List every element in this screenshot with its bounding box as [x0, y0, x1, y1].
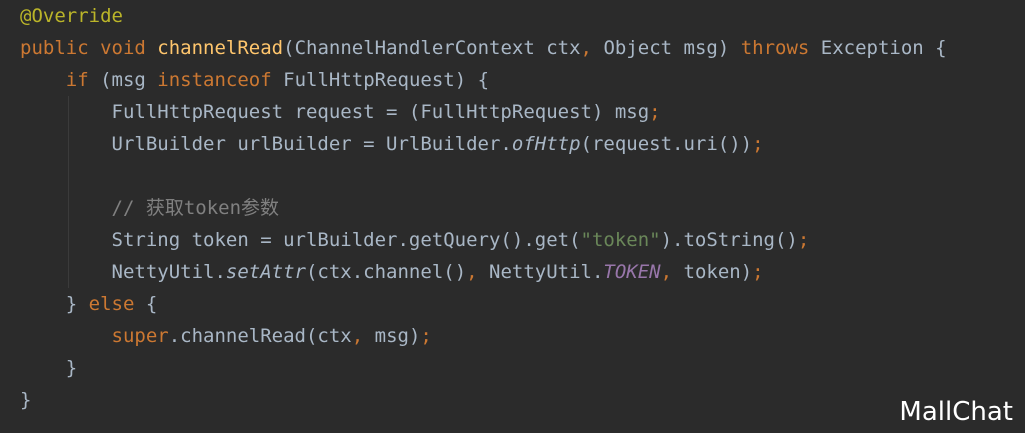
code-token: (request.uri()) [580, 133, 753, 155]
code-token: ; [649, 101, 661, 123]
code-token: ; [420, 325, 432, 347]
code-token: .channelRead(ctx [168, 325, 352, 347]
code-token: setAttr [225, 261, 306, 283]
code-token: instanceof [157, 69, 284, 91]
watermark-logo: MallChat [899, 397, 1013, 427]
code-token: ; [752, 261, 764, 283]
code-line[interactable]: FullHttpRequest request = (FullHttpReque… [20, 96, 947, 128]
code-token: (ChannelHandlerContext ctx [283, 37, 581, 59]
code-line[interactable]: @Override [20, 0, 947, 32]
code-token: FullHttpRequest request = (FullHttpReque… [20, 101, 650, 123]
code-token: if [65, 69, 101, 91]
code-token: msg) [374, 325, 421, 347]
code-token: NettyUtil. [489, 261, 604, 283]
code-token: , [466, 261, 490, 283]
code-block[interactable]: @Override public void channelRead(Channel… [20, 0, 947, 416]
code-line[interactable]: super.channelRead(ctx, msg); [20, 320, 947, 352]
code-token: else [88, 293, 146, 315]
code-token: Object msg) [603, 37, 741, 59]
code-token: "token" [580, 229, 661, 251]
code-token: throws [740, 37, 821, 59]
code-line[interactable]: } [20, 384, 947, 416]
code-token: @Override [20, 5, 123, 27]
code-line[interactable] [20, 160, 947, 192]
code-line[interactable]: if (msg instanceof FullHttpRequest) { [20, 64, 947, 96]
code-line[interactable]: public void channelRead(ChannelHandlerCo… [20, 32, 947, 64]
code-token: , [580, 37, 604, 59]
code-token: super [111, 325, 169, 347]
code-token: (ctx.channel() [305, 261, 467, 283]
code-line[interactable]: NettyUtil.setAttr(ctx.channel(), NettyUt… [20, 256, 947, 288]
code-token: } [20, 389, 32, 411]
code-line[interactable]: UrlBuilder urlBuilder = UrlBuilder.ofHtt… [20, 128, 947, 160]
code-token: , [660, 261, 684, 283]
code-token: FullHttpRequest) { [283, 69, 490, 91]
code-token: UrlBuilder urlBuilder = UrlBuilder. [20, 133, 512, 155]
code-token: public [20, 37, 101, 59]
code-line[interactable]: // 获取token参数 [20, 192, 947, 224]
code-token: TOKEN [603, 261, 661, 283]
code-token: Exception { [820, 37, 947, 59]
code-line[interactable]: } [20, 352, 947, 384]
code-token: } [20, 357, 78, 379]
code-token: , [351, 325, 375, 347]
code-token: // 获取token参数 [111, 197, 280, 219]
code-token: { [145, 293, 158, 315]
code-line[interactable]: String token = urlBuilder.getQuery().get… [20, 224, 947, 256]
code-token: ; [752, 133, 764, 155]
code-token: channelRead [157, 37, 284, 59]
code-token: ; [797, 229, 810, 251]
code-token: } [20, 293, 89, 315]
code-token: NettyUtil. [20, 261, 226, 283]
code-token: void [100, 37, 158, 59]
code-token: String token = urlBuilder.getQuery().get… [20, 229, 581, 251]
code-token: (msg [100, 69, 158, 91]
code-token: ofHttp [511, 133, 581, 155]
code-token: token) [683, 261, 753, 283]
code-editor[interactable]: @Override public void channelRead(Channel… [0, 0, 1025, 433]
code-token: ).toString() [660, 229, 798, 251]
code-line[interactable]: } else { [20, 288, 947, 320]
